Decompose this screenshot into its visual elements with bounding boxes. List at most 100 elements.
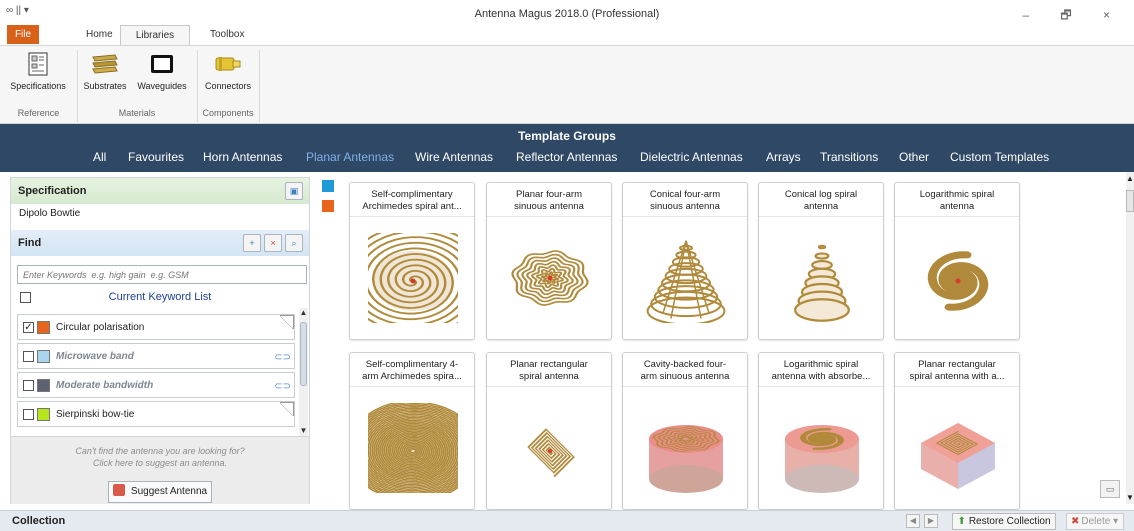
keyword-row[interactable]: Moderate bandwidth ⊂⊃ — [17, 372, 295, 398]
ribbon: Specifications Substrates Waveguides Con… — [0, 45, 1134, 124]
keyword-checkbox[interactable] — [23, 351, 34, 362]
tab-home[interactable]: Home — [76, 25, 123, 45]
search-keyword-button[interactable]: ⌕ — [285, 234, 303, 252]
template-group-arrays[interactable]: Arrays — [766, 150, 801, 164]
antenna-card-title: Conical log spiral antenna — [763, 189, 879, 213]
template-swatch[interactable] — [322, 200, 334, 212]
antenna-title-line: Archimedes spiral ant... — [362, 201, 462, 212]
antenna-title-line: Planar rectangular — [510, 359, 588, 370]
restore-collection-button[interactable]: ⬆ Restore Collection — [952, 513, 1056, 530]
tab-file[interactable]: File — [7, 25, 39, 44]
antenna-card-title: Logarithmic spiral antenna — [899, 189, 1015, 213]
template-group-wire-antennas[interactable]: Wire Antennas — [415, 150, 493, 164]
suggest-line-2: Click here to suggest an antenna. — [92, 458, 228, 468]
template-group-dielectric-antennas[interactable]: Dielectric Antennas — [640, 150, 743, 164]
keyword-list-scrollbar[interactable]: ▲ ▼ — [299, 308, 308, 436]
antenna-preview-image — [646, 240, 726, 323]
current-keyword-list-label: Current Keyword List — [108, 291, 212, 303]
template-group-all[interactable]: All — [93, 150, 106, 164]
antenna-preview-image — [368, 403, 458, 493]
card-divider — [623, 386, 747, 387]
specification-header: Specification — [11, 178, 309, 204]
keyword-label: Moderate bandwidth — [56, 380, 154, 391]
antenna-title-line: spiral antenna with a... — [909, 371, 1005, 382]
delete-button[interactable]: ✖ Delete ▾ — [1066, 513, 1124, 530]
antenna-card[interactable]: Planar four-arm sinuous antenna — [486, 182, 612, 340]
collection-prev-button[interactable]: ◀ — [906, 514, 920, 528]
antenna-card-title: Planar rectangular spiral antenna with a.… — [899, 359, 1015, 383]
template-group-reflector-antennas[interactable]: Reflector Antennas — [516, 150, 617, 164]
keyword-corner-icon — [280, 402, 294, 416]
keyword-checkbox[interactable] — [23, 380, 34, 391]
suggest-text: Can't find the antenna you are looking f… — [11, 445, 309, 469]
keyword-corner-icon — [280, 315, 294, 329]
template-group-other[interactable]: Other — [899, 150, 929, 164]
delete-label: Delete — [1081, 516, 1111, 527]
waveguides-button[interactable]: Waveguides — [134, 51, 190, 91]
scrollbar-thumb[interactable] — [300, 322, 307, 386]
antenna-card-title: Self-complimentary 4- arm Archimedes spir… — [354, 359, 470, 383]
connectors-button[interactable]: Connectors — [201, 51, 255, 91]
search-panel: Specification ▣ Dipolo Bowtie Find + × ⌕… — [10, 177, 310, 504]
keyword-checkbox[interactable] — [23, 409, 34, 420]
window-title: Antenna Magus 2018.0 (Professional) — [474, 8, 660, 20]
antenna-card-title: Logarithmic spiral antenna with absorbe..… — [763, 359, 879, 383]
antenna-card[interactable]: Planar rectangular spiral antenna — [486, 352, 612, 510]
connectors-icon — [215, 57, 241, 71]
connectors-label: Connectors — [204, 81, 252, 91]
antenna-card[interactable]: Self-complimentary Archimedes spiral ant.… — [349, 182, 475, 340]
antenna-title-line: Planar four-arm — [516, 189, 582, 200]
antenna-card-title: Cavity-backed four-arm sinuous antenna — [627, 359, 743, 383]
tab-toolbox[interactable]: Toolbox — [200, 25, 254, 45]
antenna-card[interactable]: Conical four-arm sinuous antenna — [622, 182, 748, 340]
view-toggle-button[interactable]: ▭ — [1100, 480, 1120, 498]
template-groups-bar: Template Groups All Favourites Horn Antenn… — [0, 124, 1134, 172]
keyword-checkbox[interactable]: ✓ — [23, 322, 34, 333]
template-group-planar-antennas[interactable]: Planar Antennas — [306, 150, 394, 164]
antenna-card[interactable]: Self-complimentary 4- arm Archimedes spir… — [349, 352, 475, 510]
add-keyword-button[interactable]: + — [243, 234, 261, 252]
keyword-toggle-icon[interactable]: ⊂⊃ — [274, 352, 291, 363]
specification-icon: ▣ — [289, 186, 299, 196]
collection-next-button[interactable]: ▶ — [924, 514, 938, 528]
keyword-search-input[interactable] — [17, 265, 307, 284]
scrollbar-thumb[interactable] — [1126, 190, 1134, 212]
remove-keyword-button[interactable]: × — [264, 234, 282, 252]
scroll-down-icon[interactable]: ▼ — [299, 426, 308, 436]
template-group-custom-templates[interactable]: Custom Templates — [950, 150, 1049, 164]
keyword-row[interactable]: Microwave band ⊂⊃ — [17, 343, 295, 369]
scroll-up-icon[interactable]: ▲ — [1126, 174, 1134, 183]
window-controls[interactable]: – 🗗 × — [1022, 6, 1124, 27]
ribbon-tabs: File Home Libraries Toolbox — [0, 25, 1134, 46]
keyword-row[interactable]: ✓ Circular polarisation — [17, 314, 295, 340]
suggest-line-1: Can't find the antenna you are looking f… — [75, 446, 245, 456]
specification-load-button[interactable]: ▣ — [285, 182, 303, 200]
antenna-card[interactable]: Conical log spiral antenna — [758, 182, 884, 340]
suggest-antenna-button[interactable]: Suggest Antenna — [108, 481, 212, 503]
catalog-scrollbar[interactable]: ▲ ▼ — [1126, 172, 1134, 504]
antenna-title-line: Logarithmic spiral — [783, 359, 859, 370]
scroll-down-icon[interactable]: ▼ — [1126, 493, 1134, 502]
chevron-down-icon[interactable]: ▾ — [1113, 516, 1118, 527]
keyword-toggle-icon[interactable]: ⊂⊃ — [274, 381, 291, 392]
antenna-card[interactable]: Logarithmic spiral antenna — [894, 182, 1020, 340]
waveguides-icon — [151, 55, 173, 73]
substrates-button[interactable]: Substrates — [82, 51, 128, 91]
tab-libraries[interactable]: Libraries — [120, 25, 190, 46]
specifications-button[interactable]: Specifications — [10, 51, 66, 91]
antenna-card[interactable]: Cavity-backed four-arm sinuous antenna — [622, 352, 748, 510]
scroll-up-icon[interactable]: ▲ — [299, 308, 308, 318]
antenna-catalog: Self-complimentary Archimedes spiral ant.… — [316, 172, 1125, 510]
keyword-row[interactable]: Sierpinski bow-tie — [17, 401, 295, 427]
template-swatch[interactable] — [322, 180, 334, 192]
antenna-card[interactable]: Logarithmic spiral antenna with absorbe..… — [758, 352, 884, 510]
restore-icon: ⬆ — [957, 516, 966, 527]
antenna-card-title: Conical four-arm sinuous antenna — [627, 189, 743, 213]
template-group-horn-antennas[interactable]: Horn Antennas — [203, 150, 282, 164]
title-bar: ∞ || ▾ Antenna Magus 2018.0 (Professiona… — [0, 0, 1134, 28]
antenna-card[interactable]: Planar rectangular spiral antenna with a.… — [894, 352, 1020, 510]
card-divider — [895, 216, 1019, 217]
template-group-transitions[interactable]: Transitions — [820, 150, 878, 164]
antenna-title-line: Cavity-backed four- — [643, 359, 727, 370]
template-group-favourites[interactable]: Favourites — [128, 150, 184, 164]
